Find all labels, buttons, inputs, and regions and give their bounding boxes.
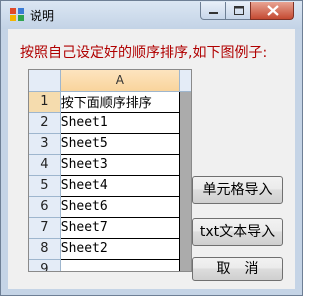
minimize-button[interactable]	[200, 2, 226, 20]
dialog-client-area: 按照自己设定好的顺序排序,如下图例子: A 1 按下面顺序排序 2 Sheet1…	[8, 29, 295, 289]
row-header: 8	[29, 238, 61, 260]
row-header: 3	[29, 133, 61, 155]
table-row: 4 Sheet3	[29, 154, 191, 176]
table-row: 7 Sheet7	[29, 217, 191, 239]
sheet-cell: Sheet4	[60, 175, 180, 197]
example-sheet: A 1 按下面顺序排序 2 Sheet1 3 Sheet5 4 Sheet3 5…	[28, 69, 192, 272]
app-icon	[10, 8, 24, 21]
instruction-text: 按照自己设定好的顺序排序,如下图例子:	[20, 45, 268, 61]
title-bar[interactable]: 说明	[1, 1, 302, 29]
cell-import-button[interactable]: 单元格导入	[192, 176, 283, 204]
table-row: 2 Sheet1	[29, 112, 191, 134]
sheet-table: A 1 按下面顺序排序 2 Sheet1 3 Sheet5 4 Sheet3 5…	[29, 70, 191, 271]
row-header: 2	[29, 112, 61, 134]
table-row: 8 Sheet2	[29, 238, 191, 260]
window-title: 说明	[30, 9, 55, 23]
close-icon	[267, 5, 279, 16]
sheet-cell: Sheet5	[60, 133, 180, 155]
row-header: 6	[29, 196, 61, 218]
sheet-cell	[60, 259, 180, 271]
row-header: 7	[29, 217, 61, 239]
corner-cell	[29, 70, 61, 92]
row-header: 1	[29, 91, 61, 113]
cancel-button[interactable]: 取 消	[192, 257, 283, 281]
column-header-row: A	[29, 70, 191, 92]
txt-import-button[interactable]: txt文本导入	[192, 218, 283, 246]
row-header: 5	[29, 175, 61, 197]
sheet-cell: Sheet1	[60, 112, 180, 134]
table-row: 3 Sheet5	[29, 133, 191, 155]
dialog-window: 说明 按照自己设定好的顺序排序,如下图例子: A 1 按下面顺序排序 2 She…	[0, 0, 303, 296]
table-row: 1 按下面顺序排序	[29, 91, 191, 113]
sheet-cell: 按下面顺序排序	[60, 91, 180, 113]
table-row: 6 Sheet6	[29, 196, 191, 218]
column-header-a: A	[60, 70, 180, 92]
column-header-filler	[179, 70, 191, 92]
maximize-button[interactable]	[225, 2, 251, 20]
sheet-cell: Sheet7	[60, 217, 180, 239]
row-header: 4	[29, 154, 61, 176]
sheet-cell: Sheet2	[60, 238, 180, 260]
minimize-icon	[209, 12, 218, 14]
row-header: 9	[29, 259, 61, 271]
close-button[interactable]	[250, 2, 294, 20]
sheet-cell: Sheet3	[60, 154, 180, 176]
table-row: 5 Sheet4	[29, 175, 191, 197]
maximize-icon	[234, 6, 244, 15]
table-row: 9	[29, 259, 191, 271]
sheet-cell: Sheet6	[60, 196, 180, 218]
